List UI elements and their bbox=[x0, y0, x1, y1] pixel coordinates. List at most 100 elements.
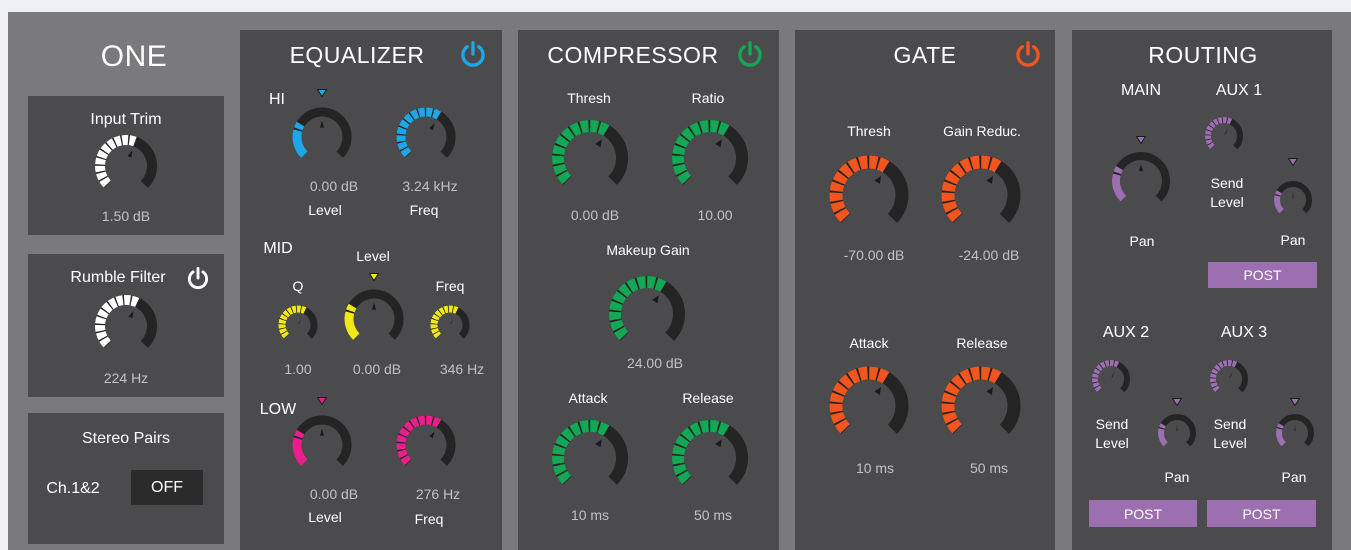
eq-mid-level-knob[interactable] bbox=[342, 287, 406, 351]
eq-hi-level-marker bbox=[317, 89, 327, 97]
eq-mid-freq-knob[interactable] bbox=[428, 303, 472, 347]
gate-release-value: 50 ms bbox=[969, 460, 1009, 476]
eq-mid-freq-label: Freq bbox=[435, 278, 465, 294]
routing-main-title: MAIN bbox=[1121, 82, 1161, 99]
eq-low-freq-knob[interactable] bbox=[394, 413, 458, 477]
eq-mid-band-label: MID bbox=[263, 240, 293, 257]
eq-hi-band-label: HI bbox=[269, 91, 285, 108]
compressor-makeup-label: Makeup Gain bbox=[606, 242, 690, 258]
eq-mid-q-knob[interactable] bbox=[276, 303, 320, 347]
main-pan-marker bbox=[1136, 136, 1146, 144]
aux2-pan-knob[interactable] bbox=[1155, 411, 1199, 455]
rumble-filter-value: 224 Hz bbox=[103, 370, 149, 386]
eq-hi-freq-knob[interactable] bbox=[394, 105, 458, 169]
routing-panel: ROUTING MAIN Pan AUX 1 Send Level Pan PO… bbox=[1072, 30, 1332, 550]
input-trim-knob[interactable] bbox=[94, 134, 158, 198]
gate-release-label: Release bbox=[956, 335, 1008, 351]
compressor-makeup-knob[interactable] bbox=[606, 273, 688, 355]
aux3-send-label-2: Level bbox=[1213, 435, 1247, 451]
gate-gain-reduc-value: -24.00 dB bbox=[958, 247, 1020, 263]
aux1-send-label-1: Send bbox=[1210, 175, 1244, 191]
compressor-thresh-value: 0.00 dB bbox=[570, 207, 620, 223]
aux3-pan-knob[interactable] bbox=[1273, 411, 1317, 455]
stereo-pairs-toggle-button[interactable]: OFF bbox=[131, 470, 203, 505]
aux1-send-knob[interactable] bbox=[1202, 114, 1246, 158]
main-pan-knob[interactable] bbox=[1109, 149, 1173, 213]
aux1-pan-marker bbox=[1288, 158, 1298, 166]
channel-name: ONE bbox=[100, 40, 168, 73]
compressor-release-label: Release bbox=[682, 390, 734, 406]
eq-low-freq-label: Freq bbox=[414, 511, 444, 527]
compressor-title: COMPRESSOR bbox=[547, 42, 719, 68]
compressor-attack-knob[interactable] bbox=[549, 417, 631, 499]
eq-hi-level-value: 0.00 dB bbox=[309, 178, 359, 194]
compressor-release-value: 50 ms bbox=[693, 507, 733, 523]
eq-hi-level-knob[interactable] bbox=[290, 105, 354, 169]
compressor-panel: COMPRESSOR Thresh Ratio 0.00 dB 10.00 Ma… bbox=[518, 30, 779, 550]
gate-power-icon[interactable] bbox=[1014, 40, 1042, 68]
eq-mid-q-label: Q bbox=[292, 278, 304, 294]
gate-gain-reduc-label: Gain Reduc. bbox=[943, 123, 1021, 139]
stereo-pairs-panel: Stereo Pairs Ch.1&2 OFF bbox=[28, 413, 224, 544]
gate-attack-label: Attack bbox=[849, 335, 889, 351]
aux2-send-label-1: Send bbox=[1095, 416, 1129, 432]
aux1-post-button[interactable]: POST bbox=[1208, 262, 1317, 288]
gate-panel: GATE Thresh Gain Reduc. -70.00 dB -24.00… bbox=[795, 30, 1055, 550]
eq-mid-level-value: 0.00 dB bbox=[352, 361, 402, 377]
aux2-send-knob[interactable] bbox=[1089, 357, 1133, 401]
compressor-ratio-knob[interactable] bbox=[669, 117, 751, 199]
aux1-pan-knob[interactable] bbox=[1271, 178, 1315, 222]
compressor-thresh-knob[interactable] bbox=[549, 117, 631, 199]
gate-gain-reduc-knob[interactable] bbox=[938, 152, 1024, 238]
eq-low-freq-value: 276 Hz bbox=[415, 486, 461, 502]
aux2-send-label-2: Level bbox=[1095, 435, 1129, 451]
eq-low-level-value: 0.00 dB bbox=[309, 486, 359, 502]
eq-mid-level-marker bbox=[369, 273, 379, 281]
eq-hi-level-label: Level bbox=[308, 202, 342, 218]
main-pan-label: Pan bbox=[1129, 233, 1155, 249]
eq-low-level-marker bbox=[317, 397, 327, 405]
aux1-pan-label: Pan bbox=[1280, 232, 1306, 248]
compressor-ratio-label: Ratio bbox=[691, 90, 725, 106]
aux3-send-label-1: Send bbox=[1213, 416, 1247, 432]
gate-attack-knob[interactable] bbox=[826, 363, 912, 449]
gate-thresh-label: Thresh bbox=[847, 123, 891, 139]
aux3-send-knob[interactable] bbox=[1207, 357, 1251, 401]
aux3-post-button[interactable]: POST bbox=[1207, 500, 1316, 527]
compressor-release-knob[interactable] bbox=[669, 417, 751, 499]
compressor-attack-label: Attack bbox=[568, 390, 608, 406]
aux3-pan-label: Pan bbox=[1281, 469, 1307, 485]
rumble-filter-panel: Rumble Filter 224 Hz bbox=[28, 254, 224, 397]
aux1-send-label-2: Level bbox=[1210, 194, 1244, 210]
equalizer-power-icon[interactable] bbox=[459, 40, 487, 68]
eq-mid-q-value: 1.00 bbox=[284, 361, 312, 377]
eq-mid-freq-value: 346 Hz bbox=[439, 361, 485, 377]
gate-release-knob[interactable] bbox=[938, 363, 1024, 449]
routing-aux3-title: AUX 3 bbox=[1220, 324, 1268, 341]
eq-low-level-label: Level bbox=[308, 509, 342, 525]
stereo-pairs-label: Stereo Pairs bbox=[81, 430, 171, 447]
compressor-attack-value: 10 ms bbox=[570, 507, 610, 523]
equalizer-panel: EQUALIZER HI 0.00 dB 3.24 kHz Level Freq… bbox=[240, 30, 502, 550]
compressor-makeup-value: 24.00 dB bbox=[626, 355, 684, 371]
gate-thresh-knob[interactable] bbox=[826, 152, 912, 238]
stereo-pair-channels: Ch.1&2 bbox=[46, 480, 100, 497]
gate-thresh-value: -70.00 dB bbox=[843, 247, 905, 263]
rumble-filter-label: Rumble Filter bbox=[70, 269, 166, 286]
compressor-thresh-label: Thresh bbox=[567, 90, 611, 106]
compressor-power-icon[interactable] bbox=[736, 40, 764, 68]
equalizer-title: EQUALIZER bbox=[289, 42, 425, 68]
aux2-pan-label: Pan bbox=[1164, 469, 1190, 485]
gate-title: GATE bbox=[893, 42, 957, 68]
aux2-post-button[interactable]: POST bbox=[1089, 500, 1197, 527]
rumble-filter-knob[interactable] bbox=[94, 294, 158, 358]
mixer-channel-strip: ONE Input Trim 1.50 dB Rumble Filter 224… bbox=[8, 12, 1351, 550]
eq-mid-level-label: Level bbox=[356, 248, 390, 264]
eq-low-level-knob[interactable] bbox=[290, 413, 354, 477]
routing-aux1-title: AUX 1 bbox=[1215, 82, 1263, 99]
rumble-filter-power-icon[interactable] bbox=[186, 266, 210, 290]
gate-attack-value: 10 ms bbox=[855, 460, 895, 476]
aux2-pan-marker bbox=[1172, 398, 1182, 406]
routing-title: ROUTING bbox=[1148, 42, 1258, 68]
input-trim-panel: Input Trim 1.50 dB bbox=[28, 96, 224, 235]
